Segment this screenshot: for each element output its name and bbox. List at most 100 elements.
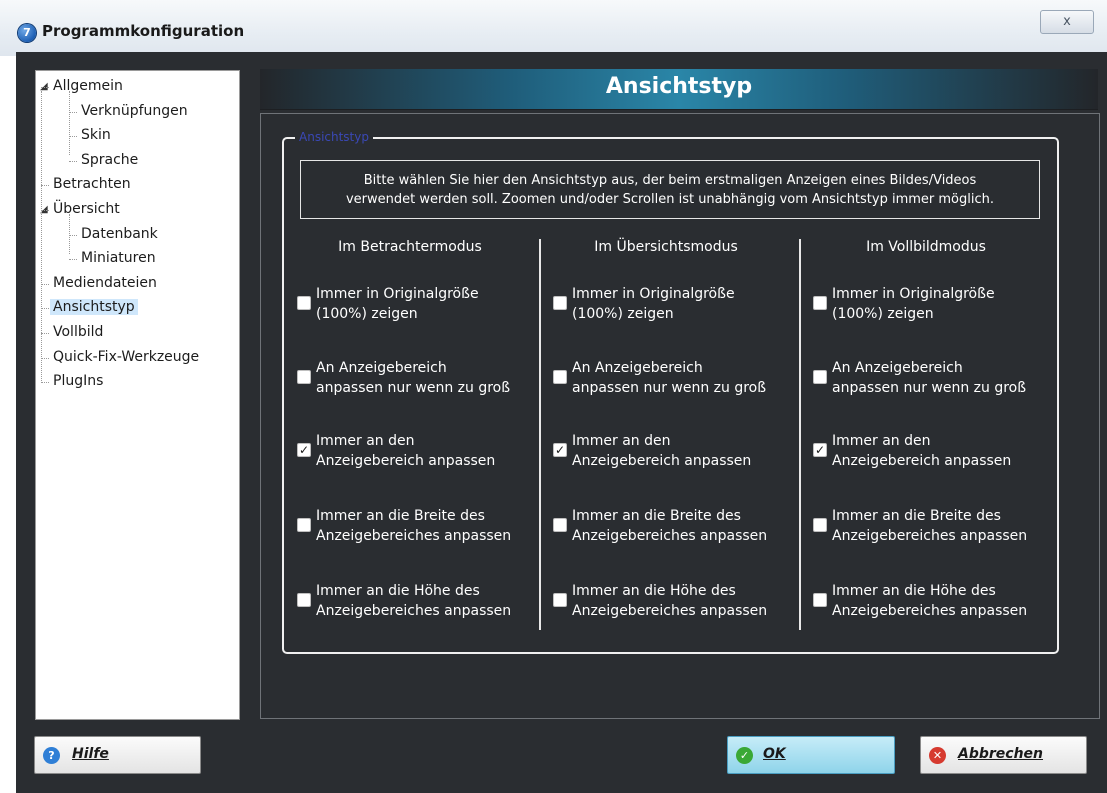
checkbox[interactable] [813,370,827,384]
view-option[interactable]: ✓ Immer an den Anzeigebereich anpassen [813,431,1058,475]
view-option[interactable]: Immer an die Höhe des Anzeigebereiches an… [553,581,798,625]
view-option[interactable]: ✓ Immer an den Anzeigebereich anpassen [297,431,542,475]
option-label-line-1: An Anzeigebereich [316,360,447,376]
checkbox[interactable] [297,370,311,384]
tree-item[interactable]: Vollbild [53,322,103,344]
info-text-box: Bitte wählen Sie hier den Ansichtstyp au… [300,160,1040,219]
view-option[interactable]: Immer an die Höhe des Anzeigebereiches an… [297,581,542,625]
tree-item-label: Allgemein [53,78,123,94]
app-icon: 7 [18,24,36,42]
tree-item-label: Übersicht [53,201,120,217]
view-option[interactable]: Immer in Originalgröße (100%) zeigen [297,284,542,328]
option-label-line-2: Anzeigebereiches anpassen [572,603,768,619]
checkbox[interactable] [813,518,827,532]
tree-item[interactable]: Verknüpfungen [81,101,188,123]
option-label: An Anzeigebereich anpassen nur wenn zu gr… [572,358,800,398]
tree-item[interactable]: Datenbank [81,224,158,246]
checkbox[interactable] [813,296,827,310]
option-label-line-2: Anzeigebereiches anpassen [832,603,1028,619]
option-label-line-1: Immer an die Höhe des [316,583,480,599]
tree-item[interactable]: Sprache [81,150,138,172]
view-option[interactable]: An Anzeigebereich anpassen nur wenn zu gr… [813,358,1058,402]
option-label-line-1: Immer an die Breite des [832,508,1001,524]
option-label: Immer an den Anzeigebereich anpassen [316,431,544,471]
checkbox[interactable] [813,593,827,607]
tree-item[interactable]: Quick-Fix-Werkzeuge [53,347,199,369]
option-label-line-1: Immer an den [832,433,931,449]
help-icon: ? [43,747,60,764]
option-label: Immer an die Breite des Anzeigebereiches … [832,506,1060,546]
tree-item[interactable]: Allgemein [53,76,123,98]
view-option[interactable]: An Anzeigebereich anpassen nur wenn zu gr… [297,358,542,402]
ok-button[interactable]: ✓ OK [727,736,895,774]
checkbox[interactable] [297,296,311,310]
ok-button-label: OK [763,746,786,762]
help-button[interactable]: ? Hilfe [34,736,201,774]
option-label: An Anzeigebereich anpassen nur wenn zu gr… [832,358,1060,398]
option-label: Immer an die Höhe des Anzeigebereiches an… [832,581,1060,621]
tree-connector [69,234,77,236]
view-option[interactable]: ✓ Immer an den Anzeigebereich anpassen [553,431,798,475]
page-title: Ansichtstyp [605,74,753,99]
tree-connector [41,333,49,334]
tree-item-label: Skin [81,127,111,144]
tree-item[interactable]: Skin [81,125,111,147]
checkbox-checked[interactable]: ✓ [297,443,311,457]
option-label-line-2: Anzeigebereich anpassen [832,453,1012,469]
view-option[interactable]: Immer an die Breite des Anzeigebereiches … [813,506,1058,550]
tree-item-label: Mediendateien [53,274,157,291]
tree-item[interactable]: Betrachten [53,174,131,196]
groupbox-legend: Ansichtstyp [295,130,373,144]
option-label-line-2: Anzeigebereiches anpassen [572,528,768,544]
tree-item-label: PlugIns [53,373,104,390]
title-bar: 7 Programmkonfiguration x [0,0,1107,56]
checkbox-checked[interactable]: ✓ [813,443,827,457]
column-title: Im Betrachtermodus [338,239,482,255]
info-text-line-2: verwendet werden soll. Zoomen und/oder S… [345,192,995,207]
view-option[interactable]: Immer an die Höhe des Anzeigebereiches an… [813,581,1058,625]
option-label-line-1: Immer an den [316,433,415,449]
tree-connector [41,308,49,310]
checkbox[interactable] [553,296,567,310]
option-label-line-2: (100%) zeigen [572,306,674,322]
tree-item[interactable]: Ansichtstyp [50,297,138,319]
tree-connector [69,214,70,254]
tree-item-label: Datenbank [81,225,158,242]
column-title: Im Vollbildmodus [866,239,986,255]
cancel-button-label: Abbrechen [958,746,1044,762]
checkbox[interactable] [553,518,567,532]
tree-item[interactable]: Mediendateien [53,273,157,295]
tree-connector [69,160,77,162]
tree-item[interactable]: Miniaturen [81,248,156,270]
checkbox[interactable] [297,518,311,532]
tree-connector [69,136,77,138]
option-label: Immer in Originalgröße (100%) zeigen [316,284,544,324]
tree-connector [69,111,77,113]
option-label-line-1: Immer in Originalgröße [832,286,995,302]
settings-tree[interactable]: ◢ Allgemein Verknüpfungen Skin Sprache Betrac… [35,70,240,720]
checkbox-checked[interactable]: ✓ [553,443,567,457]
checkbox[interactable] [553,370,567,384]
checkbox[interactable] [553,593,567,607]
option-label: Immer an den Anzeigebereich anpassen [572,431,800,471]
column-title: Im Übersichtsmodus [594,239,738,255]
view-option[interactable]: An Anzeigebereich anpassen nur wenn zu gr… [553,358,798,402]
checkbox[interactable] [297,593,311,607]
cancel-button[interactable]: ✕ Abbrechen [920,736,1087,774]
view-option[interactable]: Immer in Originalgröße (100%) zeigen [813,284,1058,328]
tree-connector [69,91,70,155]
view-option[interactable]: Immer an die Breite des Anzeigebereiches … [297,506,542,550]
option-label-line-1: Immer an den [572,433,671,449]
view-option[interactable]: Immer in Originalgröße (100%) zeigen [553,284,798,328]
option-label: Immer in Originalgröße (100%) zeigen [572,284,800,324]
option-label-line-1: Immer in Originalgröße [572,286,735,302]
tree-item[interactable]: Übersicht [53,199,120,221]
option-label: An Anzeigebereich anpassen nur wenn zu gr… [316,358,544,398]
option-label-line-1: Immer an die Höhe des [832,583,996,599]
tree-item[interactable]: PlugIns [53,371,103,393]
view-option[interactable]: Immer an die Breite des Anzeigebereiches … [553,506,798,550]
tree-connector [41,210,49,211]
close-button[interactable]: x [1040,10,1094,34]
option-label-line-1: Immer an die Breite des [316,508,485,524]
tree-item-label: Vollbild [53,324,104,340]
